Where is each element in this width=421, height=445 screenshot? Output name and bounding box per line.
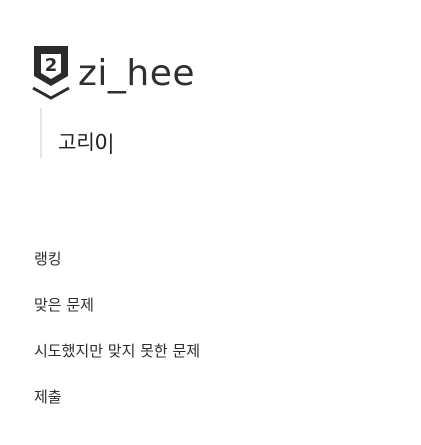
profile-header: 2 zi_hee [30, 42, 195, 106]
section-title: 고리0| [58, 130, 115, 154]
menu-item-submissions[interactable]: 제출 [34, 388, 200, 406]
svg-text:2: 2 [45, 55, 58, 76]
menu-item-attempted-problems[interactable]: 시도했지만 맞지 못한 문제 [34, 342, 200, 360]
profile-menu: 랭킹 맞은 문제 시도했지만 맞지 못한 문제 제출 [34, 250, 200, 406]
section-divider [40, 108, 42, 158]
menu-item-solved-problems[interactable]: 맞은 문제 [34, 296, 200, 314]
menu-item-ranking[interactable]: 랭킹 [34, 250, 200, 268]
username: zi_hee [78, 53, 196, 94]
shield-tie-icon: 2 [32, 46, 70, 100]
